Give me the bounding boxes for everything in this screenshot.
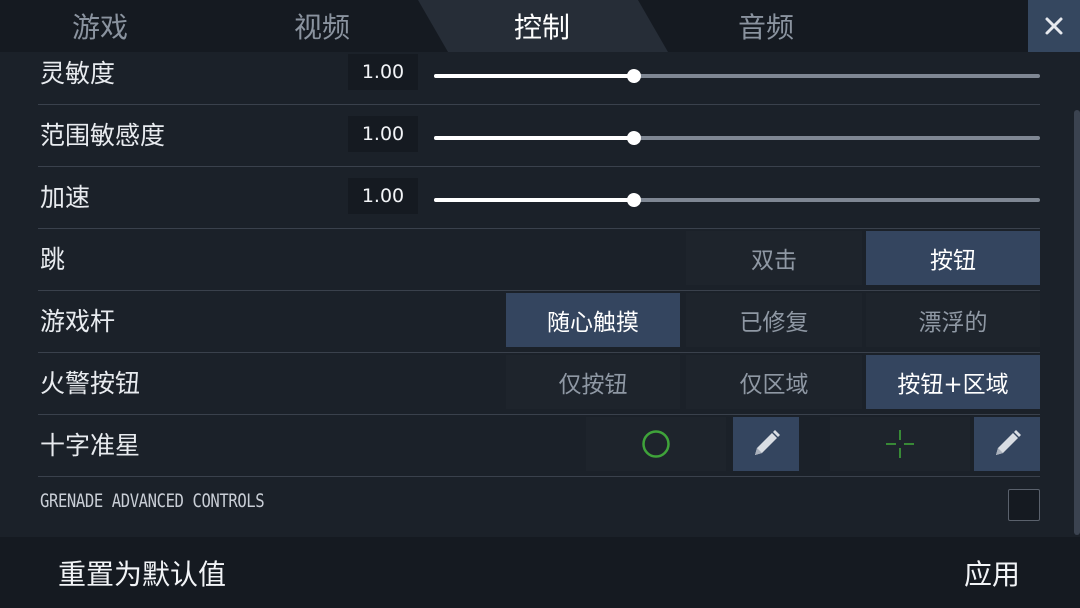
footer-bar: 重置为默认值 应用: [0, 537, 1080, 608]
sensitivity-slider[interactable]: [434, 69, 1040, 83]
sensitivity-slider-fill: [434, 74, 634, 78]
fire-option-button-only[interactable]: 仅按钮: [506, 355, 680, 409]
apply-button[interactable]: 应用: [964, 537, 1020, 608]
tab-controls[interactable]: 控制: [420, 0, 664, 52]
scope-sensitivity-row: 范围敏感度 1.00: [38, 104, 1040, 167]
scope-sensitivity-slider[interactable]: [434, 131, 1040, 145]
fire-option-area-only[interactable]: 仅区域: [686, 355, 862, 409]
grenade-row: GRENADE ADVANCED CONTROLS: [38, 476, 1040, 538]
grenade-controls-label: GRENADE ADVANCED CONTROLS: [40, 490, 265, 512]
sensitivity-value[interactable]: 1.00: [348, 54, 418, 90]
jump-row: 跳 双击 按钮: [38, 228, 1040, 291]
acceleration-row: 加速 1.00: [38, 166, 1040, 229]
scope-sensitivity-label: 范围敏感度: [40, 121, 166, 150]
scrollbar-thumb[interactable]: [1074, 110, 1080, 535]
pencil-icon: [996, 430, 1021, 455]
sensitivity-label: 灵敏度: [40, 59, 116, 88]
acceleration-slider-thumb[interactable]: [626, 193, 641, 207]
joystick-row: 游戏杆 随心触摸 已修复 漂浮的: [38, 290, 1040, 353]
scope-sensitivity-slider-fill: [434, 136, 634, 140]
acceleration-value[interactable]: 1.00: [348, 178, 418, 214]
jump-option-double-tap[interactable]: 双击: [686, 231, 862, 285]
fire-button-row: 火警按钮 仅按钮 仅区域 按钮+区域: [38, 352, 1040, 415]
joystick-option-fixed[interactable]: 已修复: [686, 293, 862, 347]
joystick-option-free-touch[interactable]: 随心触摸: [506, 293, 680, 347]
jump-label: 跳: [40, 245, 66, 274]
crosshair-row: 十字准星: [38, 414, 1040, 477]
scope-sensitivity-value[interactable]: 1.00: [348, 116, 418, 152]
circle-crosshair-icon: [642, 430, 670, 458]
close-icon: [1045, 17, 1063, 35]
jump-option-button[interactable]: 按钮: [866, 231, 1040, 285]
grenade-controls-checkbox[interactable]: [1008, 489, 1040, 521]
joystick-label: 游戏杆: [40, 307, 116, 336]
cross-crosshair-icon: [886, 430, 914, 458]
pencil-icon: [755, 430, 780, 455]
reset-defaults-button[interactable]: 重置为默认值: [58, 537, 226, 608]
edit-primary-crosshair-button[interactable]: [733, 417, 799, 471]
joystick-option-floating[interactable]: 漂浮的: [866, 293, 1040, 347]
edit-secondary-crosshair-button[interactable]: [974, 417, 1040, 471]
sensitivity-slider-thumb[interactable]: [626, 69, 641, 83]
crosshair-label: 十字准星: [40, 431, 141, 460]
fire-option-button-and-area[interactable]: 按钮+区域: [866, 355, 1040, 409]
crosshair-primary-preview[interactable]: [586, 417, 726, 471]
fire-button-label: 火警按钮: [40, 369, 141, 398]
scope-sensitivity-slider-thumb[interactable]: [626, 131, 641, 145]
acceleration-slider[interactable]: [434, 193, 1040, 207]
acceleration-label: 加速: [40, 183, 91, 212]
acceleration-slider-fill: [434, 198, 634, 202]
crosshair-secondary-preview[interactable]: [830, 417, 970, 471]
